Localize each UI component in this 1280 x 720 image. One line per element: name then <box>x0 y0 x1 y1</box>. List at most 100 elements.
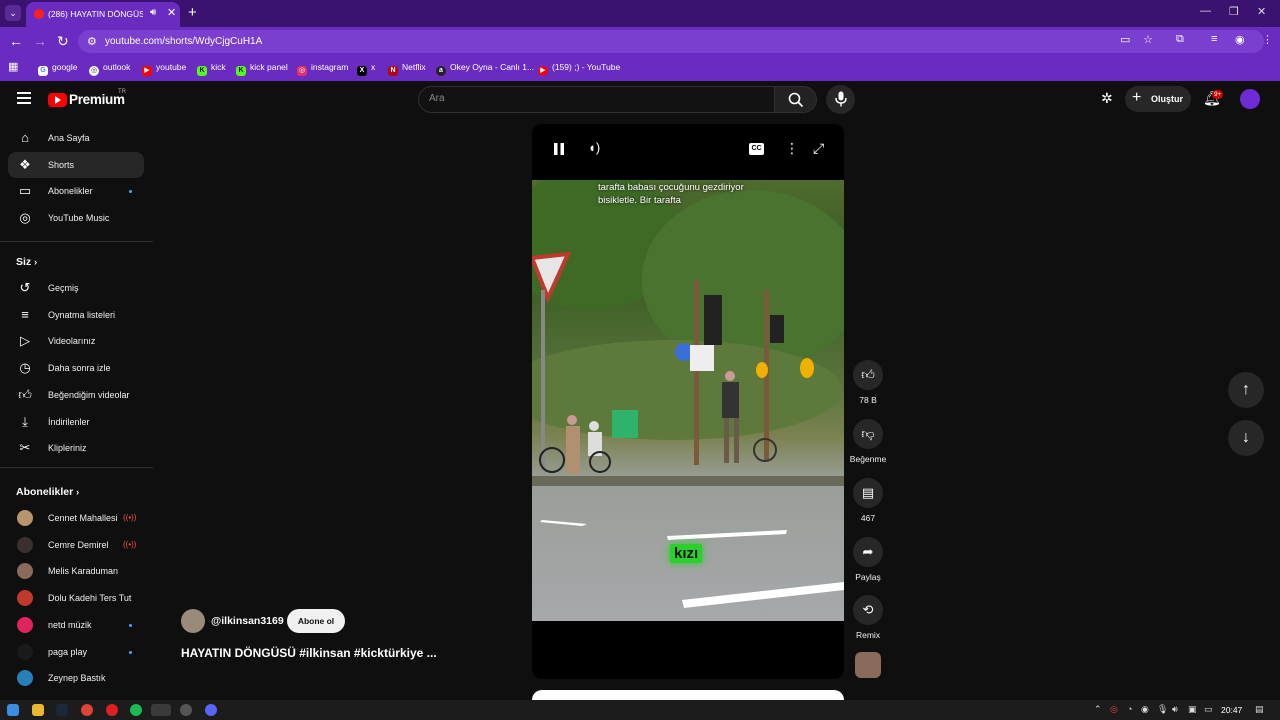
steam-icon[interactable] <box>56 704 68 716</box>
shorts-player[interactable]: ◖) CC ⋮ ⤢ tarafta babası çocuğunu gezdir… <box>532 124 844 679</box>
channel-name[interactable]: @ilkinsan3169 <box>211 615 284 627</box>
search-input[interactable] <box>429 93 759 104</box>
new-tab-icon[interactable]: + <box>188 4 197 21</box>
sidebar-item-you-2[interactable]: ▷ Videolarınız <box>8 328 144 354</box>
spotify-icon[interactable] <box>130 704 142 716</box>
sidebar-item-main-1[interactable]: ❖ Shorts <box>8 151 144 178</box>
create-button[interactable]: + Oluştur <box>1125 86 1191 112</box>
bookmark-outlook[interactable]: ◎ outlook <box>89 62 130 76</box>
discord-icon[interactable] <box>205 704 217 716</box>
sidebar-item-subs-6[interactable]: Zeynep Bastık <box>8 665 144 691</box>
windows-start-icon[interactable] <box>7 704 19 716</box>
you-section-title[interactable]: Siz › <box>16 256 37 268</box>
url-text[interactable]: youtube.com/shorts/WdyCjgCuH1A <box>105 36 262 47</box>
sidebar-item-main-0[interactable]: ⌂ Ana Sayfa <box>8 125 144 151</box>
url-field[interactable]: ⚙ youtube.com/shorts/WdyCjgCuH1A <box>78 30 1264 53</box>
sidebar-item-main-2[interactable]: ▭ Abonelikler <box>8 178 144 204</box>
captions-icon[interactable]: CC <box>749 143 764 155</box>
bookmark-x[interactable]: Xx <box>357 62 375 76</box>
tray-chevron-icon[interactable]: ⌃ <box>1094 704 1102 715</box>
forward-icon[interactable]: → <box>33 33 47 49</box>
volume-icon[interactable]: ◖) <box>588 140 600 155</box>
sidebar-item-you-0[interactable]: ↺ Geçmiş <box>8 275 144 301</box>
sidebar-item-you-1[interactable]: ≡ Oynatma listeleri <box>8 302 144 328</box>
like-button[interactable]: 👍︎ 78 B <box>848 360 888 405</box>
tray-app-icon[interactable]: ◎ <box>1110 704 1118 715</box>
site-info-icon[interactable]: ⚙ <box>87 35 97 48</box>
tab-audio-icon[interactable]: 🔊︎ <box>150 7 156 18</box>
bookmark-okey[interactable]: a Okey Oyna - Canlı 1... <box>436 62 534 76</box>
bookmark-kick-panel[interactable]: Kkick panel <box>236 62 288 76</box>
sidebar-item-subs-4[interactable]: netd müzik <box>8 612 144 638</box>
fullscreen-icon[interactable]: ⤢ <box>813 140 824 157</box>
back-icon[interactable]: ← <box>9 33 23 49</box>
bookmark-google[interactable]: Ggoogle <box>38 62 78 76</box>
sound-thumbnail[interactable] <box>855 652 881 678</box>
tray-app-icon[interactable]: ◔ <box>1127 704 1132 714</box>
tab-search-icon[interactable]: ⌄ <box>5 5 21 21</box>
sidebar-item-you-5[interactable]: ⤓ İndirilenler <box>8 409 144 435</box>
avatar[interactable] <box>1240 89 1260 109</box>
tray-volume-icon[interactable]: 🔊︎ <box>1172 704 1178 715</box>
sidebar-item-you-6[interactable]: ✂ Klipleriniz <box>8 435 144 461</box>
sidebar-item-you-3[interactable]: ◷ Daha sonra izle <box>8 355 144 381</box>
bookmark-star-icon[interactable]: ☆ <box>1143 33 1153 46</box>
apps-icon[interactable]: ▦ <box>8 60 18 73</box>
window-close-icon[interactable]: ✕ <box>1257 5 1266 18</box>
channel-avatar[interactable] <box>181 609 205 633</box>
chrome-icon[interactable] <box>81 704 93 716</box>
browser-tab[interactable]: (286) HAYATIN DÖNGÜSÜ # 🔊︎ ✕ <box>26 2 180 27</box>
bookmark-kick[interactable]: Kkick <box>197 62 226 76</box>
bookmark-instagram[interactable]: ◎ instagram <box>297 62 348 76</box>
profile-icon[interactable]: ◉ <box>1235 33 1245 46</box>
restore-icon[interactable]: ❐ <box>1229 5 1239 18</box>
file-explorer-icon[interactable] <box>32 704 44 716</box>
video-frame[interactable]: tarafta babası çocuğunu gezdiriyor bisik… <box>532 180 844 621</box>
opera-icon[interactable] <box>106 704 118 716</box>
share-button[interactable]: ➦ Paylaş <box>848 537 888 582</box>
sidebar-item-subs-3[interactable]: Dolu Kadehi Ters Tut <box>8 585 144 611</box>
extensions-icon[interactable]: ⧉ <box>1176 33 1184 46</box>
bookmark-netflix[interactable]: N Netflix <box>388 62 426 76</box>
tray-network-icon[interactable]: ▭ <box>1204 704 1213 715</box>
media-controls-icon[interactable]: ≡ <box>1211 33 1217 45</box>
bookmark-youtube-159[interactable]: ▶ (159) ;) - YouTube <box>538 62 620 76</box>
tray-display-icon[interactable]: ▣ <box>1188 704 1197 715</box>
sparkle-icon[interactable]: ✲ <box>1101 90 1113 107</box>
dislike-button[interactable]: 👎︎ Beğenme <box>848 419 888 464</box>
previous-short-button[interactable]: ↑ <box>1228 372 1264 408</box>
taskbar-clock[interactable]: 20:47 <box>1221 705 1242 715</box>
bookmark-youtube[interactable]: ▶ youtube <box>142 62 186 76</box>
search-button[interactable] <box>775 86 817 113</box>
pause-button[interactable] <box>552 141 566 162</box>
video-title[interactable]: HAYATIN DÖNGÜSÜ #ilkinsan #kicktürkiye .… <box>181 646 437 660</box>
more-options-icon[interactable]: ⋮ <box>785 140 799 157</box>
hamburger-menu-icon[interactable] <box>17 92 31 104</box>
tray-mic-icon[interactable]: 🎙︎ <box>1157 704 1168 715</box>
sidebar-item-label: Cennet Mahallesi <box>48 513 118 523</box>
search-icon <box>788 92 804 108</box>
remix-button[interactable]: ⟲ Remix <box>848 595 888 640</box>
browser-menu-icon[interactable]: ⋮ <box>1262 33 1273 46</box>
reload-icon[interactable]: ↻ <box>57 33 69 50</box>
arrow-down-icon: ↓ <box>1242 429 1250 446</box>
chrome-active-icon[interactable] <box>151 704 171 716</box>
next-short-button[interactable]: ↓ <box>1228 420 1264 456</box>
sidebar-item-subs-1[interactable]: Cemre Demirel ((•)) <box>8 532 144 558</box>
sidebar-item-main-3[interactable]: ◎ YouTube Music <box>8 205 144 231</box>
sidebar-item-subs-0[interactable]: Cennet Mahallesi ((•)) <box>8 505 144 531</box>
subscriptions-section-title[interactable]: Abonelikler › <box>16 486 79 498</box>
voice-search-button[interactable] <box>826 85 855 114</box>
tray-steam-icon[interactable]: ◉ <box>1141 704 1149 715</box>
app-icon[interactable] <box>180 704 192 716</box>
sidebar-item-subs-2[interactable]: Melis Karaduman <box>8 558 144 584</box>
notification-center-icon[interactable]: ▤ <box>1255 704 1264 715</box>
tab-close-icon[interactable]: ✕ <box>167 6 176 19</box>
sidebar-item-you-4[interactable]: 👍︎ Beğendiğim videolar <box>8 382 144 408</box>
cast-icon[interactable]: ▭ <box>1120 33 1130 46</box>
comments-button[interactable]: ▤ 467 <box>848 478 888 523</box>
search-box[interactable] <box>418 86 775 113</box>
subscribe-button[interactable]: Abone ol <box>287 609 345 633</box>
minimize-icon[interactable]: — <box>1200 5 1211 17</box>
sidebar-item-subs-5[interactable]: paga play <box>8 639 144 665</box>
